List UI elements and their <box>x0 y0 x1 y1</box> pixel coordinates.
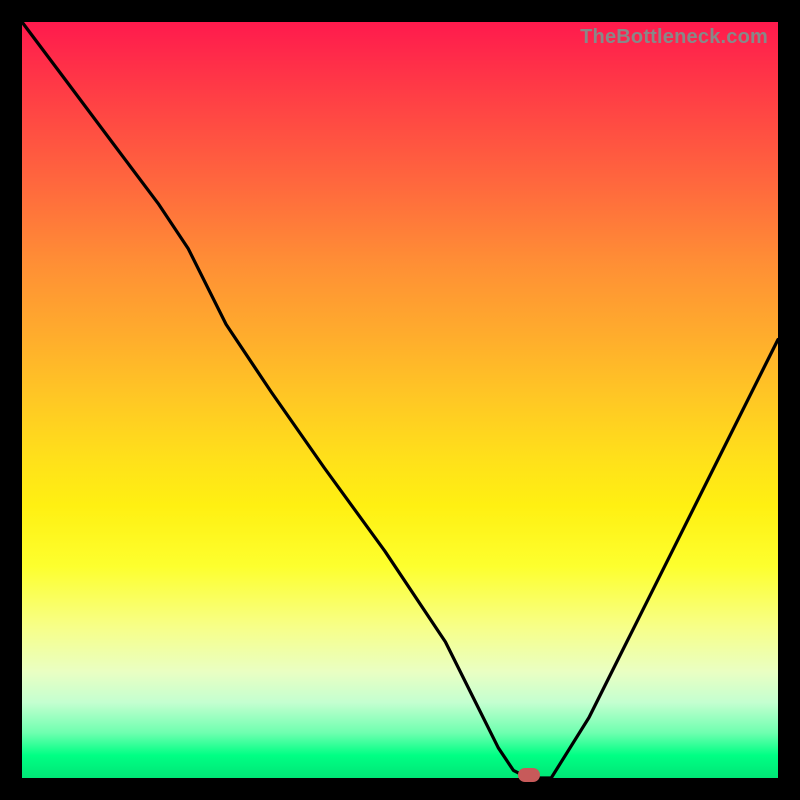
bottleneck-curve <box>22 22 778 778</box>
chart-outer: TheBottleneck.com <box>0 0 800 800</box>
chart-plot-area: TheBottleneck.com <box>22 22 778 778</box>
optimal-marker <box>518 768 540 782</box>
